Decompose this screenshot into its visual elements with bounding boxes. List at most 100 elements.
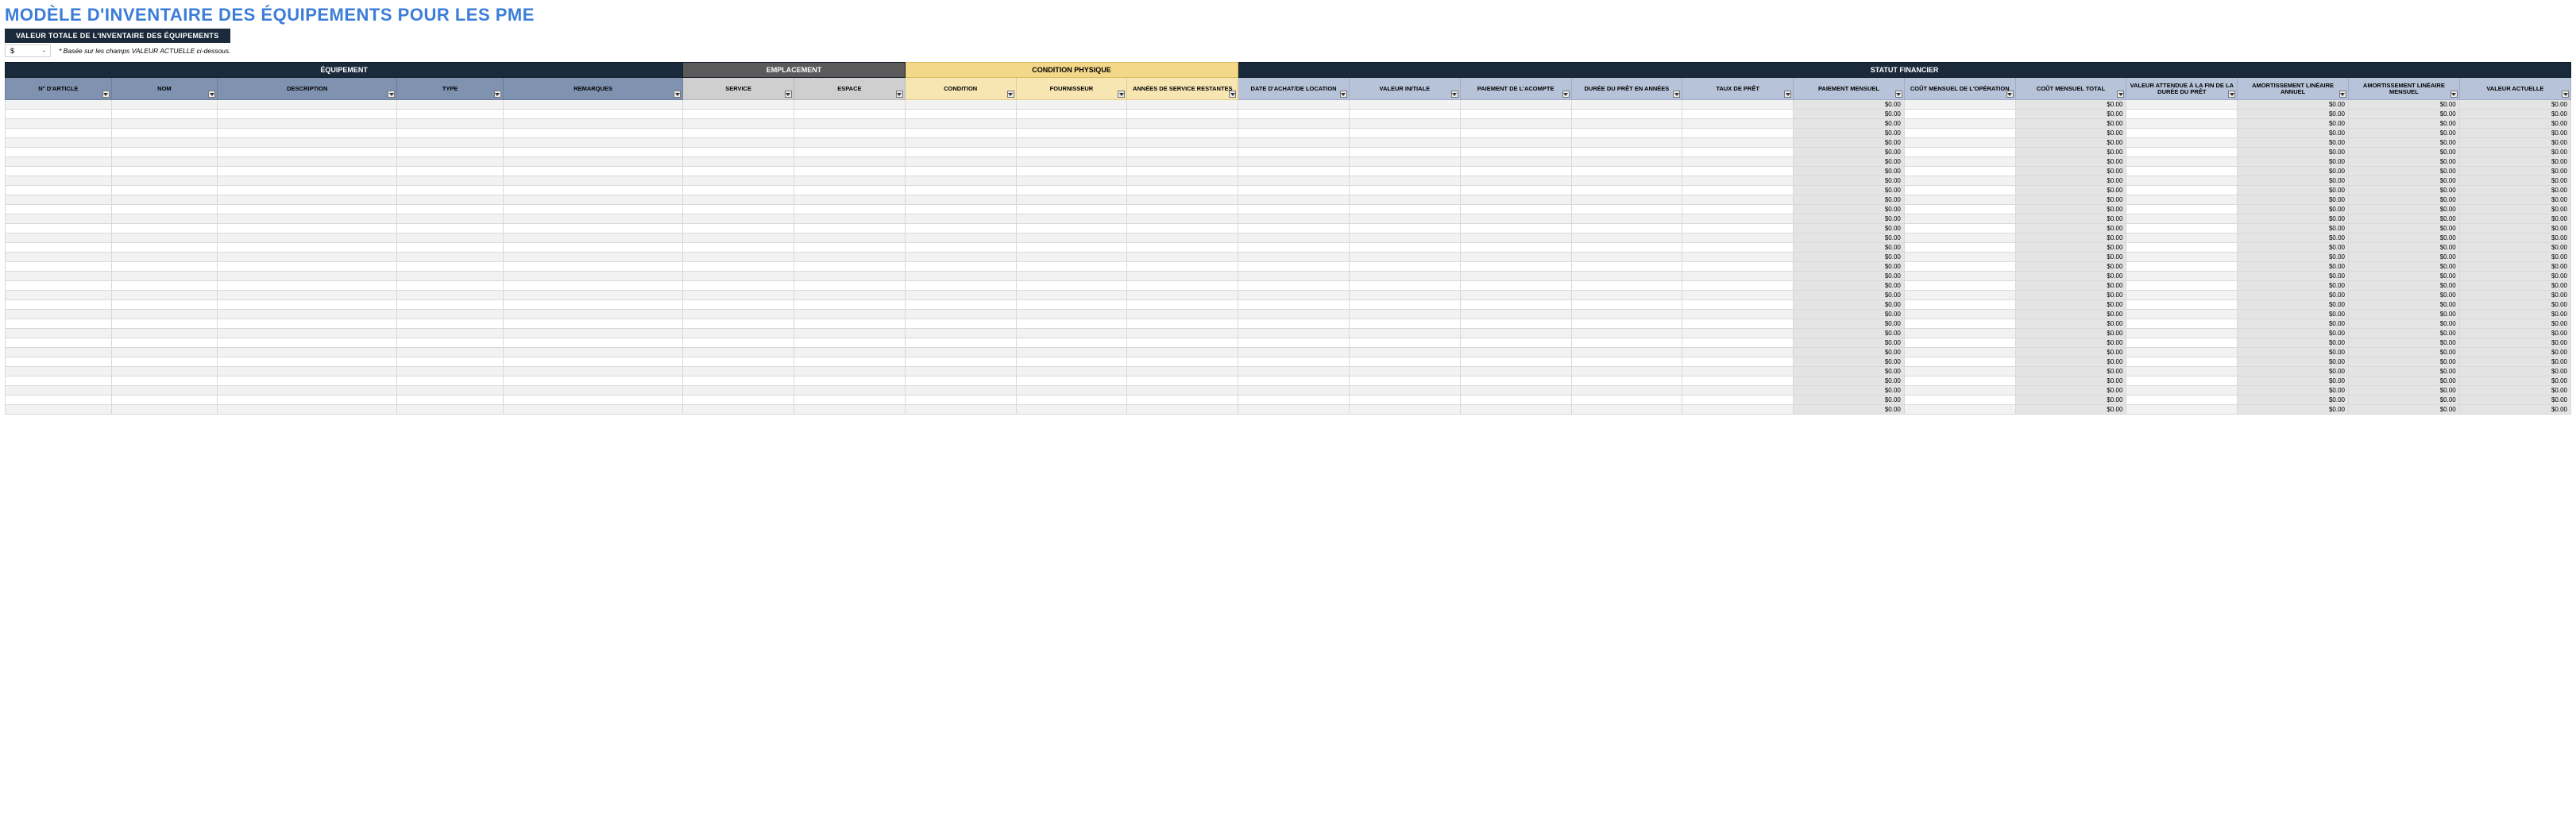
cell[interactable]	[503, 310, 682, 319]
cell[interactable]: $0.00	[2348, 405, 2459, 415]
cell[interactable]	[111, 272, 218, 281]
cell[interactable]	[1127, 110, 1238, 119]
cell[interactable]	[397, 100, 504, 110]
cell[interactable]	[1349, 310, 1460, 319]
cell[interactable]	[111, 367, 218, 376]
cell[interactable]	[111, 386, 218, 396]
cell[interactable]	[397, 262, 504, 272]
cell[interactable]	[1682, 300, 1794, 310]
cell[interactable]	[1682, 367, 1794, 376]
cell[interactable]	[683, 148, 794, 157]
col-monthly_op_cost[interactable]: COÛT MENSUEL DE L'OPÉRATION	[1904, 78, 2015, 100]
cell[interactable]	[1016, 272, 1127, 281]
cell[interactable]	[397, 129, 504, 138]
cell[interactable]	[397, 396, 504, 405]
cell[interactable]	[1016, 329, 1127, 338]
cell[interactable]	[1460, 262, 1571, 272]
cell[interactable]	[503, 338, 682, 348]
col-item_no[interactable]: N° D'ARTICLE	[6, 78, 112, 100]
cell[interactable]	[2126, 148, 2238, 157]
cell[interactable]	[397, 300, 504, 310]
cell[interactable]	[6, 224, 112, 234]
cell[interactable]: $0.00	[2238, 253, 2349, 262]
cell[interactable]	[1238, 100, 1350, 110]
cell[interactable]	[1127, 129, 1238, 138]
cell[interactable]	[905, 167, 1016, 176]
cell[interactable]	[1016, 357, 1127, 367]
cell[interactable]	[1682, 214, 1794, 224]
cell[interactable]: $0.00	[2015, 214, 2126, 224]
filter-dropdown-icon[interactable]	[785, 91, 792, 98]
cell[interactable]	[794, 281, 905, 291]
cell[interactable]	[1016, 176, 1127, 186]
cell[interactable]	[683, 129, 794, 138]
cell[interactable]	[2126, 281, 2238, 291]
cell[interactable]	[218, 300, 397, 310]
cell[interactable]: $0.00	[2238, 148, 2349, 157]
cell[interactable]: $0.00	[2348, 338, 2459, 348]
cell[interactable]	[6, 405, 112, 415]
cell[interactable]: $0.00	[2238, 405, 2349, 415]
cell[interactable]	[1016, 405, 1127, 415]
cell[interactable]	[794, 110, 905, 119]
cell[interactable]	[397, 338, 504, 348]
cell[interactable]: $0.00	[2348, 205, 2459, 214]
cell[interactable]	[503, 319, 682, 329]
cell[interactable]	[111, 205, 218, 214]
cell[interactable]	[794, 357, 905, 367]
cell[interactable]: $0.00	[2348, 214, 2459, 224]
cell[interactable]: $0.00	[2348, 100, 2459, 110]
cell[interactable]	[6, 119, 112, 129]
cell[interactable]	[1460, 157, 1571, 167]
cell[interactable]	[905, 396, 1016, 405]
cell[interactable]: $0.00	[1794, 272, 1905, 281]
cell[interactable]	[794, 272, 905, 281]
cell[interactable]	[1349, 119, 1460, 129]
cell[interactable]	[6, 234, 112, 243]
cell[interactable]	[1571, 396, 1682, 405]
cell[interactable]: $0.00	[2348, 396, 2459, 405]
cell[interactable]	[397, 224, 504, 234]
cell[interactable]	[1460, 272, 1571, 281]
cell[interactable]	[1238, 224, 1350, 234]
cell[interactable]	[503, 272, 682, 281]
cell[interactable]	[1571, 195, 1682, 205]
cell[interactable]	[1571, 119, 1682, 129]
cell[interactable]	[6, 272, 112, 281]
cell[interactable]	[1238, 138, 1350, 148]
cell[interactable]	[1238, 253, 1350, 262]
cell[interactable]	[2126, 348, 2238, 357]
cell[interactable]	[218, 310, 397, 319]
cell[interactable]: $0.00	[2015, 376, 2126, 386]
cell[interactable]	[1571, 376, 1682, 386]
cell[interactable]	[1127, 234, 1238, 243]
cell[interactable]: $0.00	[2015, 272, 2126, 281]
cell[interactable]	[794, 205, 905, 214]
cell[interactable]: $0.00	[2015, 100, 2126, 110]
cell[interactable]	[683, 119, 794, 129]
cell[interactable]	[794, 396, 905, 405]
cell[interactable]	[1016, 214, 1127, 224]
filter-dropdown-icon[interactable]	[1895, 91, 1902, 98]
cell[interactable]: $0.00	[2238, 186, 2349, 195]
cell[interactable]: $0.00	[2015, 186, 2126, 195]
cell[interactable]: $0.00	[2348, 329, 2459, 338]
col-loan_years[interactable]: DURÉE DU PRÊT EN ANNÉES	[1571, 78, 1682, 100]
cell[interactable]	[218, 386, 397, 396]
cell[interactable]	[683, 319, 794, 329]
cell[interactable]	[503, 119, 682, 129]
cell[interactable]	[1349, 253, 1460, 262]
cell[interactable]	[1904, 243, 2015, 253]
cell[interactable]	[1904, 253, 2015, 262]
cell[interactable]	[111, 100, 218, 110]
cell[interactable]	[503, 129, 682, 138]
cell[interactable]	[1571, 319, 1682, 329]
cell[interactable]	[2126, 300, 2238, 310]
cell[interactable]	[683, 167, 794, 176]
cell[interactable]	[2126, 253, 2238, 262]
cell[interactable]	[1349, 291, 1460, 300]
cell[interactable]	[1238, 110, 1350, 119]
cell[interactable]	[1904, 348, 2015, 357]
cell[interactable]	[1238, 129, 1350, 138]
cell[interactable]: $0.00	[2459, 386, 2570, 396]
